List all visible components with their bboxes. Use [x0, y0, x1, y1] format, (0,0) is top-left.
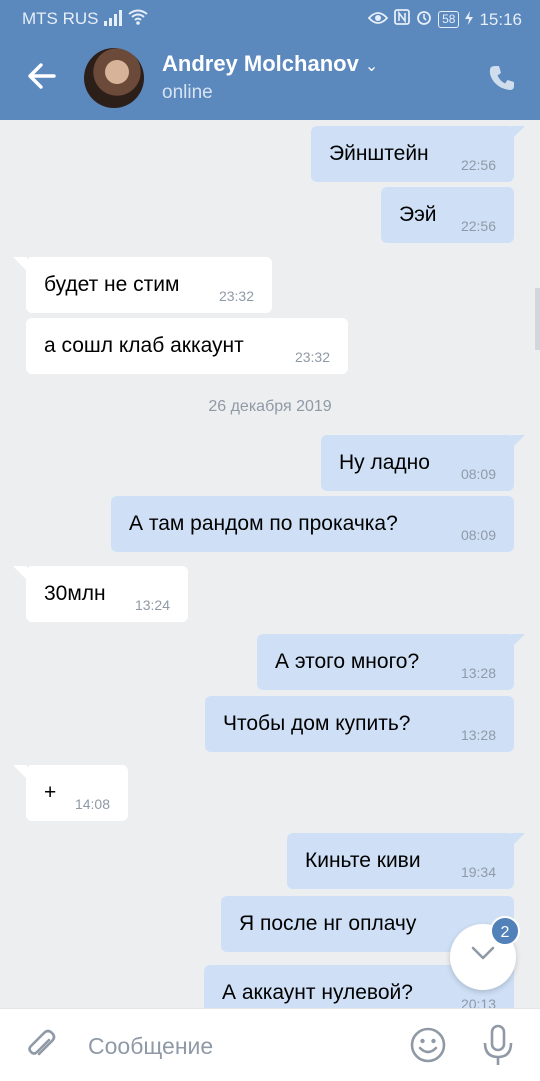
message-time: 20:13 — [460, 996, 496, 1008]
call-button[interactable] — [486, 62, 518, 94]
emoji-button[interactable] — [408, 1025, 448, 1065]
message-text: Ээй — [399, 203, 437, 226]
message-bubble[interactable]: А там рандом по прокачка? 08:09 — [111, 496, 514, 552]
attach-button[interactable] — [22, 1027, 60, 1065]
message-bubble[interactable]: 30млн 13:24 — [13, 566, 188, 622]
avatar[interactable] — [84, 48, 144, 108]
message-time: 08:09 — [460, 527, 496, 543]
contact-status: online — [162, 82, 213, 103]
battery-level: 58 — [438, 11, 460, 28]
message-text: 30млн — [44, 582, 106, 605]
date-separator: 26 декабря 2019 — [208, 398, 332, 415]
message-text: Чтобы дом купить? — [223, 712, 411, 735]
message-bubble[interactable]: а сошл клаб аккаунт 23:32 — [26, 318, 348, 374]
alarm-icon — [416, 9, 432, 30]
message-bubble[interactable]: Киньте киви 19:34 — [287, 833, 525, 889]
message-time: 08:09 — [460, 466, 496, 482]
charging-icon — [465, 10, 474, 30]
chat-toolbar: Andrey Molchanov ⌄ online — [0, 38, 540, 120]
message-time: 23:32 — [294, 349, 330, 365]
signal-icon — [104, 10, 124, 31]
emoji-icon — [410, 1027, 446, 1063]
message-text: будет не стим — [44, 273, 180, 296]
message-text: Ну ладно — [339, 451, 430, 474]
message-bubble[interactable]: Ну ладно 08:09 — [321, 435, 525, 491]
back-button[interactable] — [24, 58, 64, 98]
chevron-down-icon: ⌄ — [364, 58, 379, 75]
message-bubble[interactable]: Чтобы дом купить? 13:28 — [205, 696, 514, 752]
message-time: 22:56 — [460, 218, 496, 234]
voice-button[interactable] — [480, 1023, 516, 1067]
message-time: 19:34 — [460, 864, 496, 880]
app-header: MTS RUS 58 15:16 Andrey Molchanov ⌄ onli… — [0, 0, 540, 120]
status-bar: MTS RUS 58 15:16 — [0, 0, 540, 38]
carrier-label: MTS RUS — [22, 9, 99, 28]
clock-time: 15:16 — [479, 9, 522, 29]
composer-bar — [0, 1008, 540, 1081]
scrollbar[interactable] — [535, 288, 540, 350]
message-time: 13:24 — [134, 597, 170, 613]
message-time: 13:28 — [460, 665, 496, 681]
message-text: Киньте киви — [305, 849, 421, 872]
message-text: + — [44, 781, 57, 804]
message-time: 22:56 — [460, 157, 496, 173]
message-text: Эйнштейн — [329, 142, 429, 165]
mic-icon — [483, 1024, 513, 1065]
message-input[interactable] — [86, 1025, 390, 1067]
message-text: А там рандом по прокачка? — [129, 512, 398, 535]
wifi-icon — [128, 9, 148, 30]
message-list[interactable]: Эйнштейн 22:56 Ээй 22:56 будет не стим 2… — [0, 120, 540, 1008]
message-text: А аккаунт нулевой? — [222, 981, 413, 1004]
message-bubble[interactable]: Эйнштейн 22:56 — [311, 126, 525, 182]
nfc-icon — [394, 9, 410, 30]
message-bubble[interactable]: Ээй 22:56 — [381, 187, 514, 243]
status-right: 58 15:16 — [367, 9, 522, 30]
message-time: 23:32 — [218, 288, 254, 304]
message-text: Я после нг оплачу — [239, 912, 417, 935]
message-bubble[interactable]: будет не стим 23:32 — [13, 257, 272, 313]
message-text: А этого много? — [275, 650, 420, 673]
chevron-down-icon — [471, 946, 495, 960]
phone-icon — [489, 66, 514, 90]
message-text: а сошл клаб аккаунт — [44, 334, 244, 357]
message-time: 14:08 — [74, 796, 110, 812]
message-bubble[interactable]: А этого много? 13:28 — [257, 634, 525, 690]
attach-icon — [28, 1029, 56, 1056]
unread-badge: 2 — [490, 916, 520, 946]
message-time: 13:28 — [460, 727, 496, 743]
eye-icon — [367, 10, 389, 30]
back-arrow-icon — [28, 63, 56, 89]
contact-name[interactable]: Andrey Molchanov ⌄ — [162, 51, 378, 77]
message-bubble[interactable]: + 14:08 — [13, 765, 128, 821]
